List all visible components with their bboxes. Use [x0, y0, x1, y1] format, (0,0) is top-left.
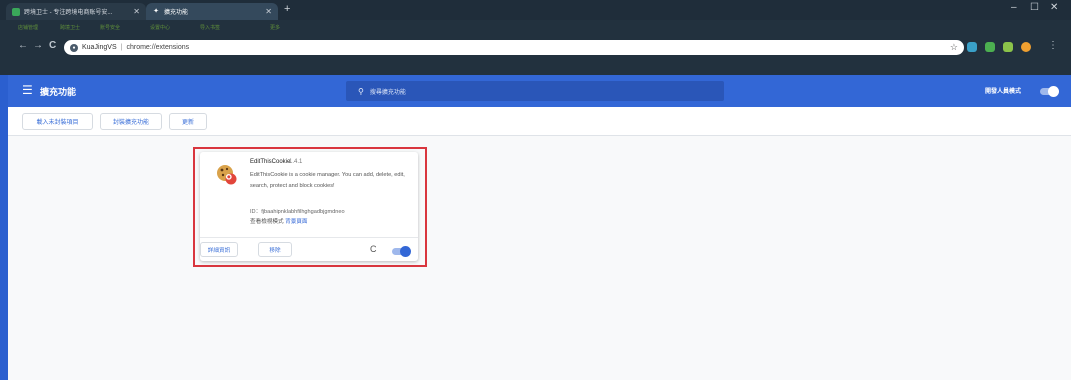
bookmark-star-icon[interactable]: ☆ — [950, 42, 958, 53]
puzzle-icon: ✦ — [153, 7, 159, 15]
extension-icon[interactable] — [1003, 42, 1013, 52]
extension-name: EditThisCookie — [250, 159, 291, 165]
back-arrow-icon[interactable]: ← — [18, 40, 28, 51]
menu-dots-icon[interactable]: ⋮ — [1048, 40, 1058, 51]
bookmark-item[interactable]: 跨境卫士 — [60, 24, 80, 31]
cookie-extension-icon[interactable] — [1021, 42, 1031, 52]
pack-extension-button[interactable]: 封裝擴充功能 — [100, 113, 162, 130]
reload-extension-icon[interactable]: C — [370, 244, 377, 254]
id-value: fjbaahipnklabhfilhghgadbjgmdneo — [261, 209, 345, 215]
bookmark-item[interactable]: 导入书签 — [200, 24, 220, 31]
address-separator: | — [120, 44, 123, 51]
reload-icon[interactable]: C — [49, 40, 56, 51]
extension-enable-toggle[interactable] — [392, 246, 411, 257]
inspect-views: 查看檢視模式 背景頁面 — [250, 217, 308, 225]
tab-title: 擴充功能 — [164, 10, 189, 16]
extension-icon[interactable] — [967, 42, 977, 52]
bookmark-item[interactable]: 更多 — [270, 24, 280, 31]
minimize-button[interactable]: – — [1011, 2, 1017, 13]
tab-kuajing[interactable]: 跨境卫士 - 专注跨境电商账号安... ✕ — [6, 3, 146, 20]
new-tab-button[interactable]: + — [284, 3, 290, 15]
extension-description: EditThisCookie is a cookie manager. You … — [250, 172, 405, 189]
hamburger-menu-icon[interactable]: ☰ — [22, 83, 33, 97]
bookmark-item[interactable]: 账号安全 — [100, 24, 120, 31]
address-bar[interactable]: ● KuaJingVS | chrome://extensions ☆ — [64, 40, 964, 55]
left-edge — [0, 75, 8, 380]
tab-extensions[interactable]: ✦ 擴充功能 ✕ — [146, 3, 278, 20]
extension-version: 1.4.1 — [289, 159, 303, 165]
page-title: 擴充功能 — [40, 87, 77, 97]
toolbar — [8, 107, 1071, 136]
search-icon: ⚲ — [358, 86, 364, 96]
update-button[interactable]: 更新 — [169, 113, 207, 130]
extensions-list — [8, 136, 1071, 380]
extension-icon[interactable] — [985, 42, 995, 52]
browser-band — [0, 60, 1071, 75]
details-button[interactable]: 詳細資訊 — [200, 242, 238, 257]
background-page-link[interactable]: 背景頁面 — [285, 219, 307, 225]
forward-arrow-icon[interactable]: → — [33, 40, 43, 51]
card-divider — [200, 237, 418, 238]
close-window-button[interactable]: ✕ — [1050, 2, 1058, 13]
close-tab-icon[interactable]: ✕ — [133, 7, 140, 16]
dev-mode-toggle[interactable] — [1040, 86, 1059, 97]
bookmark-item[interactable]: 店铺管理 — [18, 24, 38, 31]
extension-id: ID：fjbaahipnklabhfilhghgadbjgmdneo — [250, 207, 345, 215]
site-info-icon[interactable]: ● — [70, 43, 78, 52]
site-label: KuaJingVS — [82, 44, 117, 51]
remove-button[interactable]: 移除 — [258, 242, 292, 257]
maximize-button[interactable]: ☐ — [1030, 2, 1039, 13]
close-tab-icon[interactable]: ✕ — [265, 7, 272, 16]
dev-mode-label: 開發人員模式 — [985, 89, 1022, 95]
toggle-knob — [1048, 86, 1059, 97]
load-unpacked-button[interactable]: 載入未封裝項目 — [22, 113, 93, 130]
bookmark-item[interactable]: 设置中心 — [150, 24, 170, 31]
url-text: chrome://extensions — [126, 44, 190, 51]
search-input[interactable]: ⚲ 搜尋擴充功能 — [346, 81, 724, 101]
cookie-icon — [217, 165, 237, 185]
inspect-label: 查看檢視模式 — [250, 219, 284, 225]
search-placeholder: 搜尋擴充功能 — [369, 89, 406, 96]
toggle-knob — [400, 246, 411, 257]
tab-title: 跨境卫士 - 专注跨境电商账号安... — [24, 10, 113, 16]
id-label: ID： — [250, 209, 262, 215]
favicon-icon — [12, 7, 20, 16]
